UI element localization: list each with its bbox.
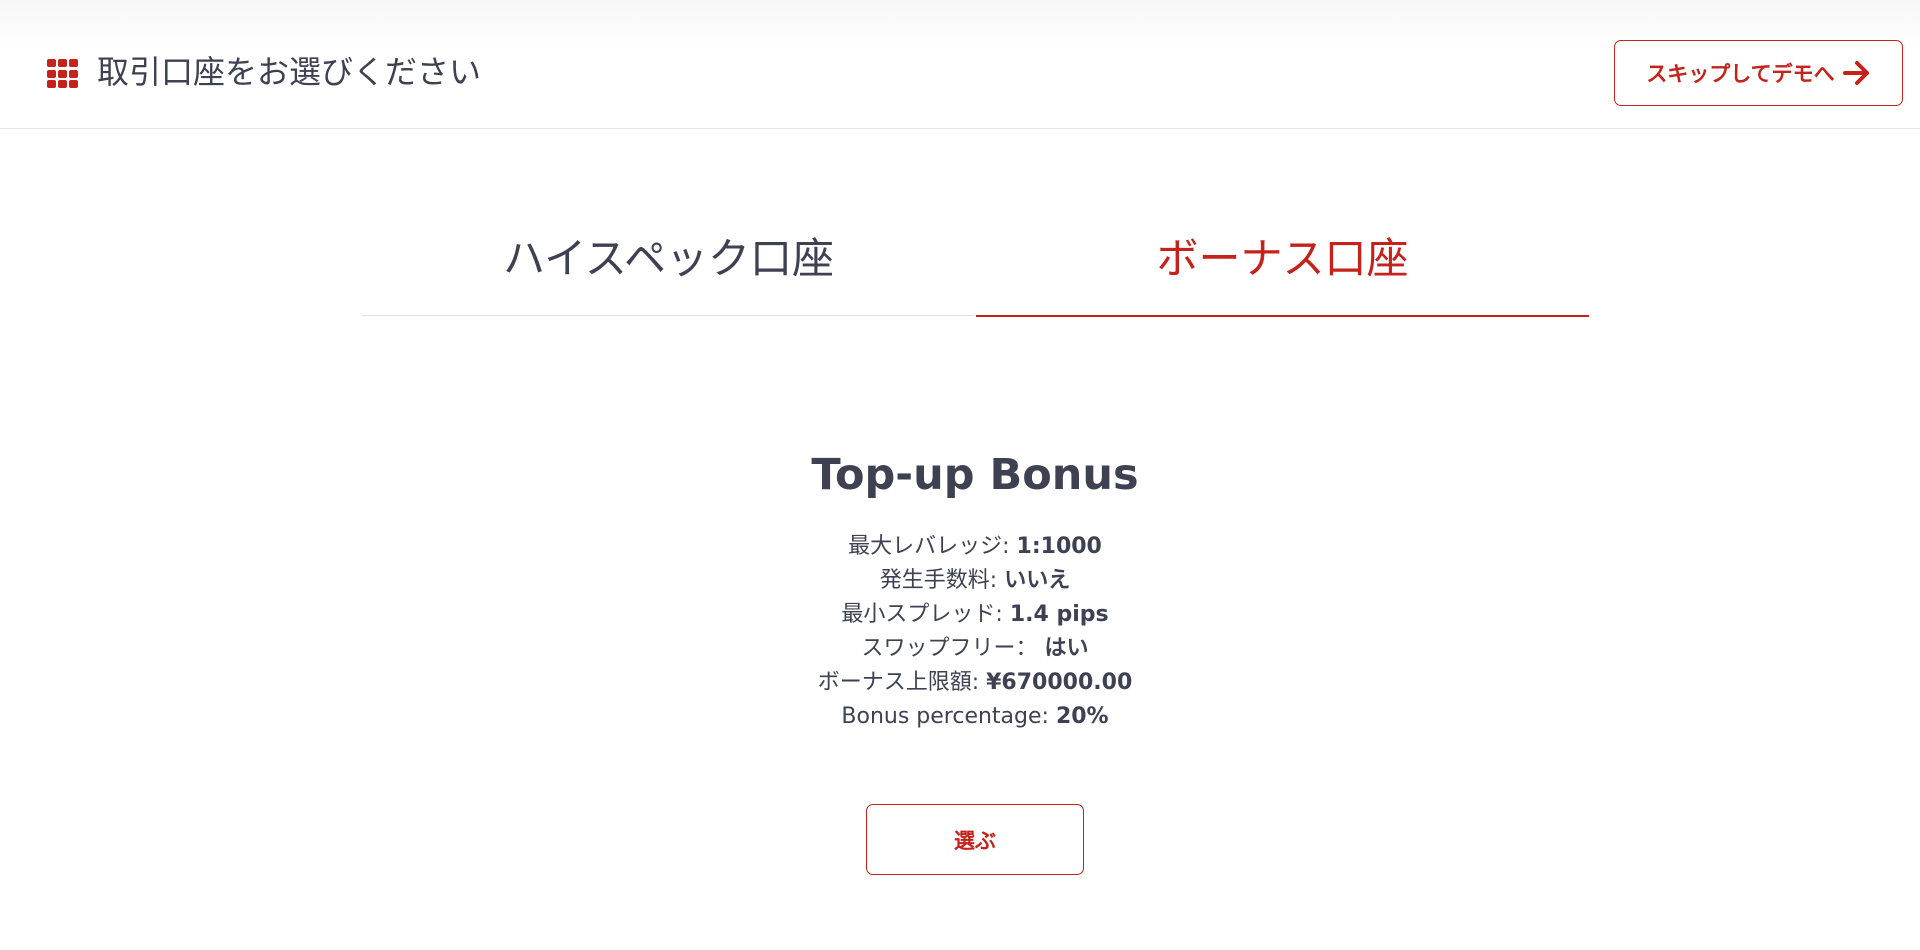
- feature-commission: 発生手数料: いいえ: [0, 564, 1920, 598]
- skip-to-demo-label: スキップしてデモへ: [1646, 62, 1835, 86]
- feature-min-spread: 最小スプレッド: 1.4 pips: [0, 598, 1920, 632]
- feature-value: 20%: [1055, 704, 1109, 729]
- top-header: 取引口座をお選びください スキップしてデモへ: [0, 0, 1920, 129]
- feature-label: Bonus percentage:: [841, 704, 1056, 729]
- feature-max-leverage: 最大レバレッジ: 1:1000: [0, 530, 1920, 564]
- feature-value: いいえ: [1004, 568, 1071, 593]
- account-card-title: Top-up Bonus: [811, 450, 1139, 500]
- feature-label: 発生手数料:: [879, 568, 1005, 593]
- tab-bonus-account[interactable]: ボーナス口座: [976, 195, 1589, 317]
- arrow-right-icon: [1842, 60, 1871, 86]
- feature-value: 1:1000: [1016, 534, 1102, 559]
- grid-menu-icon[interactable]: [47, 59, 78, 88]
- feature-value: はい: [1044, 636, 1089, 661]
- tab-high-spec-account[interactable]: ハイスペック口座: [362, 195, 975, 316]
- feature-label: スワップフリー：: [861, 636, 1045, 661]
- select-account-button[interactable]: 選ぶ: [866, 804, 1084, 875]
- feature-value: 1.4 pips: [1009, 602, 1109, 627]
- feature-value: ¥670000.00: [986, 670, 1133, 695]
- account-type-tabs: ハイスペック口座 ボーナス口座: [362, 195, 1589, 317]
- feature-label: 最大レバレッジ:: [848, 534, 1017, 559]
- feature-label: 最小スプレッド:: [841, 602, 1010, 627]
- feature-bonus-percentage: Bonus percentage: 20%: [0, 700, 1920, 734]
- page-title: 取引口座をお選びください: [97, 53, 482, 91]
- feature-swap-free: スワップフリー： はい: [0, 632, 1920, 666]
- account-feature-list: 最大レバレッジ: 1:1000 発生手数料: いいえ 最小スプレッド: 1.4 …: [0, 530, 1920, 734]
- feature-bonus-limit: ボーナス上限額: ¥670000.00: [0, 666, 1920, 700]
- feature-label: ボーナス上限額:: [817, 670, 987, 695]
- skip-to-demo-button[interactable]: スキップしてデモへ: [1614, 40, 1903, 106]
